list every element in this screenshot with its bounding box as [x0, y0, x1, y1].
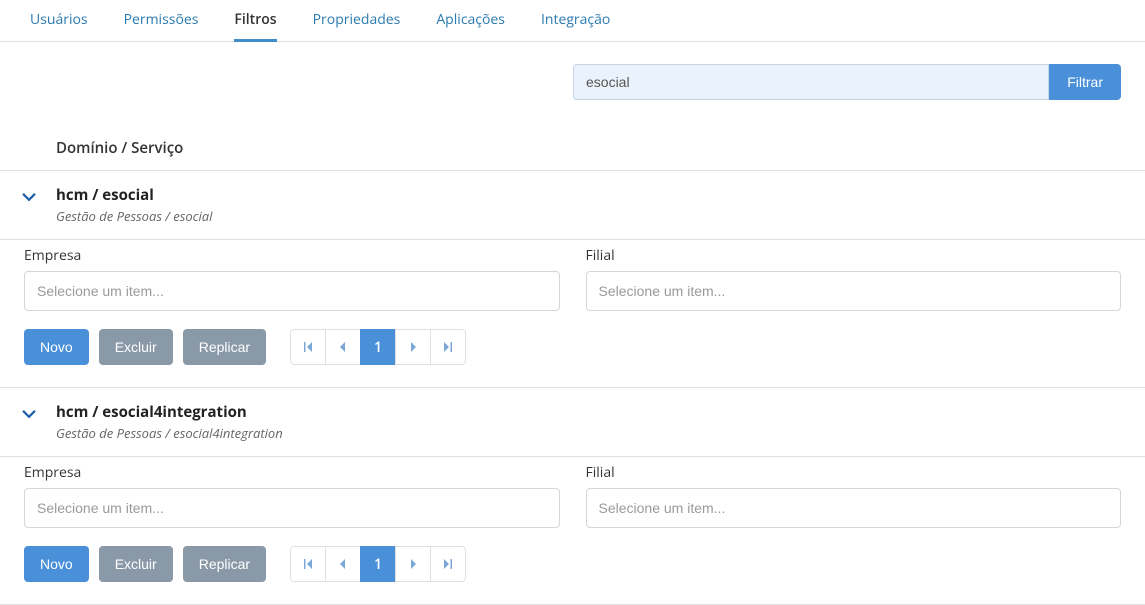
pager-prev-icon[interactable] — [325, 329, 361, 365]
chevron-down-icon[interactable] — [20, 189, 38, 207]
input-filial[interactable] — [586, 271, 1122, 311]
pager-first-icon[interactable] — [290, 329, 326, 365]
pager-first-icon[interactable] — [290, 546, 326, 582]
fields-row: Empresa Filial — [24, 246, 1121, 311]
group-subtitle: Gestão de Pessoas / esocial — [56, 207, 212, 225]
pager: 1 — [290, 546, 466, 582]
excluir-button[interactable]: Excluir — [99, 546, 173, 582]
input-filial[interactable] — [586, 488, 1122, 528]
group-body: Empresa Filial Novo Excluir Replicar 1 — [0, 457, 1145, 604]
input-empresa[interactable] — [24, 271, 560, 311]
tab-filtros[interactable]: Filtros — [216, 0, 294, 41]
filter-button[interactable]: Filtrar — [1049, 64, 1121, 100]
group-body: Empresa Filial Novo Excluir Replicar 1 — [0, 240, 1145, 387]
fields-row: Empresa Filial — [24, 463, 1121, 528]
field-filial: Filial — [586, 463, 1122, 528]
group-title-block: hcm / esocial4integration Gestão de Pess… — [56, 402, 283, 442]
group-esocial4integration: hcm / esocial4integration Gestão de Pess… — [0, 388, 1145, 604]
group-title-block: hcm / esocial Gestão de Pessoas / esocia… — [56, 185, 212, 225]
search-wrap: Filtrar — [573, 64, 1121, 100]
pager-page[interactable]: 1 — [360, 329, 396, 365]
chevron-down-icon[interactable] — [20, 406, 38, 424]
pager: 1 — [290, 329, 466, 365]
search-row: Filtrar — [0, 42, 1145, 100]
field-empresa: Empresa — [24, 463, 560, 528]
label-filial: Filial — [586, 463, 1122, 482]
group-esocial: hcm / esocial Gestão de Pessoas / esocia… — [0, 171, 1145, 387]
group-header[interactable]: hcm / esocial Gestão de Pessoas / esocia… — [0, 171, 1145, 239]
input-empresa[interactable] — [24, 488, 560, 528]
label-empresa: Empresa — [24, 463, 560, 482]
novo-button[interactable]: Novo — [24, 329, 89, 365]
tabs-nav: Usuários Permissões Filtros Propriedades… — [0, 0, 1145, 42]
pager-next-icon[interactable] — [395, 546, 431, 582]
section-header: Domínio / Serviço — [0, 100, 1145, 170]
field-empresa: Empresa — [24, 246, 560, 311]
pager-prev-icon[interactable] — [325, 546, 361, 582]
tab-usuarios[interactable]: Usuários — [12, 0, 106, 41]
group-title: hcm / esocial — [56, 185, 212, 205]
novo-button[interactable]: Novo — [24, 546, 89, 582]
tab-permissoes[interactable]: Permissões — [106, 0, 217, 41]
group-header[interactable]: hcm / esocial4integration Gestão de Pess… — [0, 388, 1145, 456]
field-filial: Filial — [586, 246, 1122, 311]
label-empresa: Empresa — [24, 246, 560, 265]
pager-page[interactable]: 1 — [360, 546, 396, 582]
group-subtitle: Gestão de Pessoas / esocial4integration — [56, 424, 283, 442]
tab-aplicacoes[interactable]: Aplicações — [418, 0, 523, 41]
pager-last-icon[interactable] — [430, 329, 466, 365]
label-filial: Filial — [586, 246, 1122, 265]
actions-row: Novo Excluir Replicar 1 — [24, 546, 1121, 582]
pager-next-icon[interactable] — [395, 329, 431, 365]
replicar-button[interactable]: Replicar — [183, 329, 266, 365]
pager-last-icon[interactable] — [430, 546, 466, 582]
search-input[interactable] — [573, 64, 1049, 100]
actions-row: Novo Excluir Replicar 1 — [24, 329, 1121, 365]
tab-integracao[interactable]: Integração — [523, 0, 628, 41]
tab-propriedades[interactable]: Propriedades — [295, 0, 419, 41]
group-title: hcm / esocial4integration — [56, 402, 283, 422]
excluir-button[interactable]: Excluir — [99, 329, 173, 365]
replicar-button[interactable]: Replicar — [183, 546, 266, 582]
